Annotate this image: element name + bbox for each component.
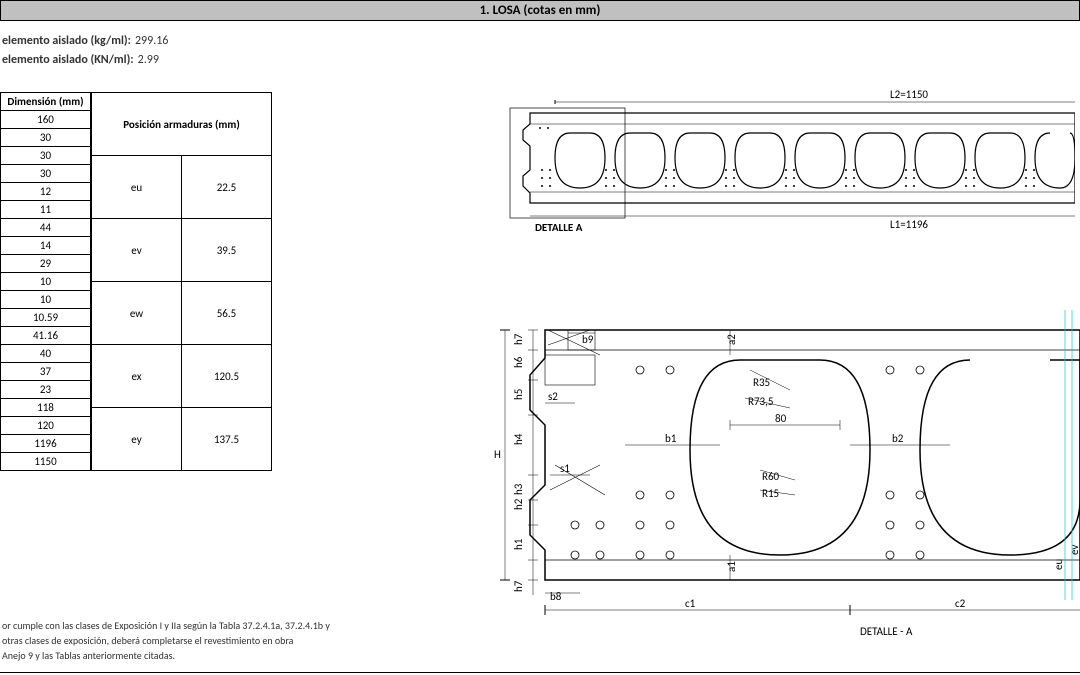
- info-block: elemento aislado (kg/ml): 299.16 element…: [2, 32, 168, 70]
- pos-val: 39.5: [182, 219, 272, 282]
- pos-key: eu: [92, 156, 182, 219]
- pos-key: ev: [92, 219, 182, 282]
- footnotes: or cumple con las clases de Exposición I…: [2, 618, 330, 663]
- section-overview-drawing: L2=1150: [500, 88, 1075, 238]
- b9-label: b9: [582, 333, 594, 346]
- dim-cell: 1150: [1, 453, 91, 471]
- dim-cell: 11: [1, 201, 91, 219]
- h7-label: h7: [512, 333, 525, 345]
- note-line: Anejo 9 y las Tablas anteriormente citad…: [2, 648, 330, 663]
- pos-header: Posición armaduras (mm): [92, 93, 272, 156]
- dim-cell: 120: [1, 417, 91, 435]
- h4-label: h4: [512, 433, 525, 445]
- pos-val: 137.5: [182, 408, 272, 471]
- dim-cell: 29: [1, 255, 91, 273]
- dim-cell: 30: [1, 129, 91, 147]
- b8-label: b8: [550, 590, 562, 603]
- s2-label: s2: [548, 390, 558, 403]
- r35-label: R35: [753, 376, 770, 389]
- tables-area: Dimensión (mm) 160 30 30 30 12 11 44 14 …: [0, 92, 272, 471]
- bottom-frame-line: [0, 672, 1080, 673]
- c2-label: c2: [955, 597, 966, 610]
- r60-label: R60: [762, 470, 780, 483]
- h2-label: h2: [512, 498, 525, 510]
- section-header: 1. LOSA (cotas en mm): [0, 0, 1080, 21]
- b1-label: b1: [665, 432, 677, 445]
- pos-val: 56.5: [182, 282, 272, 345]
- a1-label: a1: [725, 561, 738, 572]
- dim-cell: 23: [1, 381, 91, 399]
- l2-label: L2=1150: [890, 88, 928, 101]
- pos-val: 22.5: [182, 156, 272, 219]
- ev-label: ev: [1068, 545, 1080, 555]
- h3-label: h3: [512, 483, 525, 495]
- dim-cell: 10: [1, 291, 91, 309]
- h7b-label: h7: [512, 580, 525, 592]
- r73-label: R73,5: [748, 395, 773, 408]
- detail-a-drawing: R35 R73,5 R60 R15 80 b1 b2 a2 a1 H h7 h6…: [490, 300, 1080, 640]
- info-value-2: 2.99: [138, 51, 159, 70]
- h6-label: h6: [512, 356, 525, 368]
- dim-cell: 10: [1, 273, 91, 291]
- dim-cell: 12: [1, 183, 91, 201]
- dim-cell: 1196: [1, 435, 91, 453]
- dim-cell: 30: [1, 147, 91, 165]
- H-label: H: [494, 448, 501, 461]
- info-label-1: elemento aislado (kg/ml):: [2, 32, 131, 51]
- h1-label: h1: [512, 538, 525, 550]
- r15-label: R15: [762, 487, 779, 500]
- note-line: otras clases de exposición, deberá compl…: [2, 633, 330, 648]
- a2-label: a2: [725, 334, 738, 345]
- b2-label: b2: [892, 432, 904, 445]
- note-line: or cumple con las clases de Exposición I…: [2, 618, 330, 633]
- h5-label: h5: [512, 389, 525, 400]
- dim-cell: 44: [1, 219, 91, 237]
- dim-cell: 10.59: [1, 309, 91, 327]
- info-label-2: elemento aislado (KN/ml):: [2, 51, 134, 70]
- eu-label: eu: [1052, 559, 1065, 570]
- detalle-a-label: DETALLE A: [535, 221, 583, 234]
- dim-header: Dimensión (mm): [1, 93, 91, 111]
- dimension-table: Dimensión (mm) 160 30 30 30 12 11 44 14 …: [0, 92, 91, 471]
- detalle-a-caption: DETALLE - A: [860, 625, 913, 638]
- pos-key: ew: [92, 282, 182, 345]
- dim-cell: 118: [1, 399, 91, 417]
- w80-label: 80: [775, 412, 787, 425]
- position-table: Posición armaduras (mm) eu22.5 ev39.5 ew…: [91, 92, 272, 471]
- dim-cell: 160: [1, 111, 91, 129]
- info-value-1: 299.16: [135, 32, 168, 51]
- l1-label: L1=1196: [890, 218, 928, 231]
- dim-cell: 40: [1, 345, 91, 363]
- c1-label: c1: [685, 597, 696, 610]
- dim-cell: 14: [1, 237, 91, 255]
- dim-cell: 37: [1, 363, 91, 381]
- pos-key: ey: [92, 408, 182, 471]
- dim-cell: 30: [1, 165, 91, 183]
- pos-val: 120.5: [182, 345, 272, 408]
- pos-key: ex: [92, 345, 182, 408]
- dim-cell: 41.16: [1, 327, 91, 345]
